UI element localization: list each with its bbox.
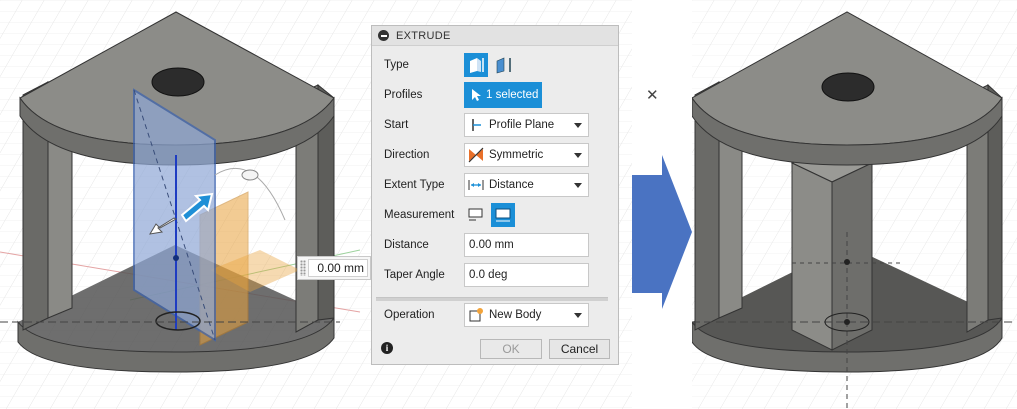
whole-length-icon — [495, 208, 511, 222]
cursor-arrow-icon — [472, 89, 481, 101]
direction-dropdown[interactable]: Symmetric — [464, 143, 589, 167]
distance-dimension-input[interactable] — [297, 256, 371, 280]
new-body-icon — [468, 307, 484, 323]
start-row: Start Profile Plane — [372, 112, 618, 138]
thin-extrude-icon — [496, 57, 511, 74]
profiles-select-button[interactable]: 1 selected — [464, 82, 542, 108]
chevron-down-icon — [574, 182, 582, 188]
model-after-extrude — [692, 0, 1017, 409]
extrude-dialog: EXTRUDE Type Profiles 1 selected ✕ Start — [371, 25, 659, 365]
chevron-down-icon — [574, 122, 582, 128]
taper-angle-label: Taper Angle — [384, 269, 445, 281]
distance-icon — [468, 177, 484, 193]
symmetric-icon — [468, 147, 484, 163]
chevron-down-icon — [574, 152, 582, 158]
viewport-right[interactable] — [692, 0, 1017, 409]
measurement-label: Measurement — [384, 209, 455, 221]
solid-extrude-icon — [470, 58, 484, 73]
extent-type-row: Extent Type Distance — [372, 172, 618, 198]
profile-plane-icon — [468, 117, 484, 133]
dialog-title: EXTRUDE — [396, 29, 451, 42]
type-row: Type — [372, 52, 618, 78]
cancel-button[interactable]: Cancel — [549, 339, 610, 359]
collapse-icon[interactable] — [378, 30, 389, 41]
section-divider[interactable] — [376, 297, 608, 301]
chevron-down-icon — [574, 312, 582, 318]
direction-value: Symmetric — [489, 149, 544, 161]
distance-row: Distance — [372, 232, 618, 258]
ok-button[interactable]: OK — [480, 339, 542, 359]
start-value: Profile Plane — [489, 119, 555, 131]
profiles-selected-text: 1 selected — [486, 89, 539, 101]
type-label: Type — [384, 59, 409, 71]
dialog-header[interactable]: EXTRUDE — [372, 26, 618, 46]
extent-type-value: Distance — [489, 179, 534, 191]
profiles-row: Profiles 1 selected ✕ — [372, 82, 659, 108]
operation-label: Operation — [384, 309, 435, 321]
operation-value: New Body — [489, 309, 542, 321]
drag-grip-icon[interactable] — [300, 260, 306, 276]
measurement-whole-length-button[interactable] — [491, 203, 516, 227]
extent-type-label: Extent Type — [384, 179, 445, 191]
operation-row: Operation New Body — [372, 302, 618, 328]
start-dropdown[interactable]: Profile Plane — [464, 113, 589, 137]
dialog-footer: i OK Cancel — [372, 334, 618, 364]
direction-label: Direction — [384, 149, 430, 161]
type-solid-button[interactable] — [464, 53, 488, 77]
dimension-value-field[interactable] — [308, 259, 368, 277]
extent-type-dropdown[interactable]: Distance — [464, 173, 589, 197]
measurement-half-length-button[interactable] — [464, 203, 488, 227]
measurement-row: Measurement — [372, 202, 618, 228]
type-thin-button[interactable] — [491, 53, 515, 77]
right-arrow-icon — [632, 155, 692, 309]
half-length-icon — [468, 208, 483, 221]
operation-dropdown[interactable]: New Body — [464, 303, 589, 327]
profiles-label: Profiles — [384, 89, 423, 101]
distance-label: Distance — [384, 239, 429, 251]
taper-angle-row: Taper Angle — [372, 262, 618, 288]
start-label: Start — [384, 119, 409, 131]
info-icon[interactable]: i — [381, 342, 393, 354]
taper-angle-input[interactable] — [464, 263, 589, 287]
distance-input[interactable] — [464, 233, 589, 257]
direction-row: Direction Symmetric — [372, 142, 618, 168]
